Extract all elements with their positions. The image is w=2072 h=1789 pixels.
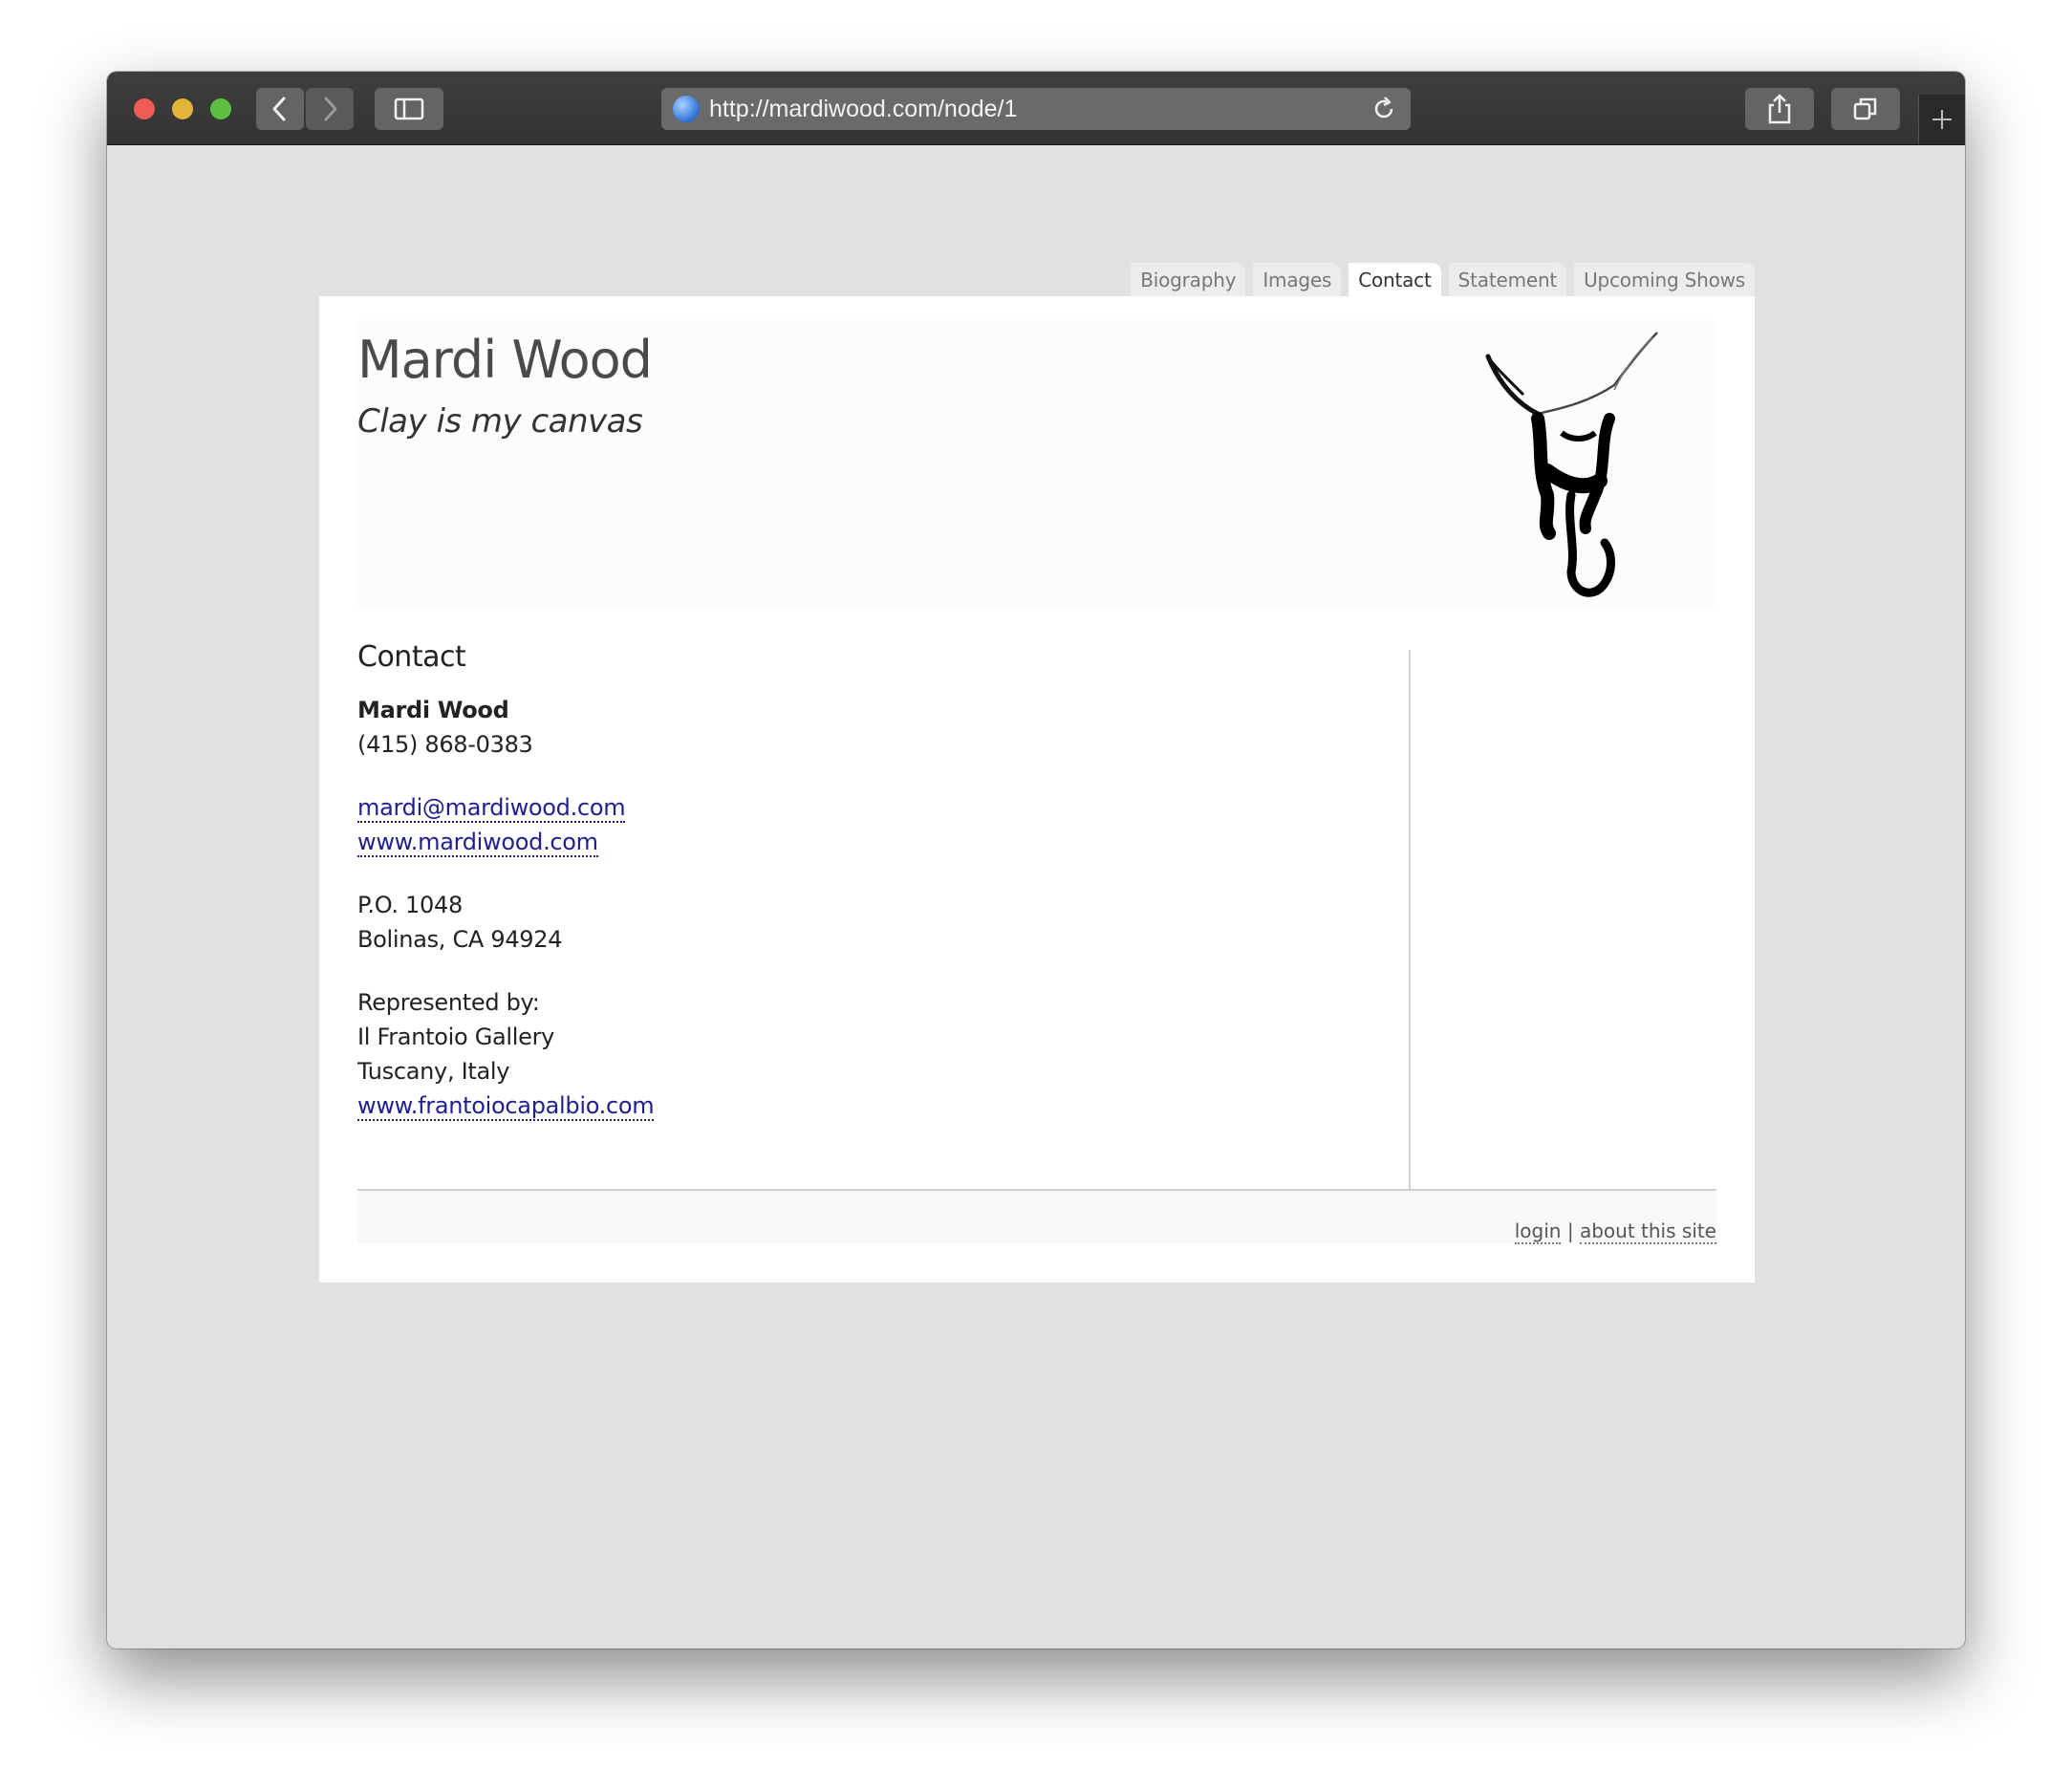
new-tab-button[interactable]	[1918, 95, 1965, 144]
site-slogan: Clay is my canvas	[357, 402, 643, 441]
contact-phone: (415) 868-0383	[357, 731, 533, 758]
gallery-location: Tuscany, Italy	[357, 1058, 510, 1085]
maximize-window-button[interactable]	[210, 98, 231, 119]
email-link[interactable]: mardi@mardiwood.com	[357, 794, 626, 823]
tab-statement[interactable]: Statement	[1448, 263, 1567, 296]
logo-sketch-figure	[1485, 332, 1658, 597]
tab-contact[interactable]: Contact	[1349, 263, 1441, 297]
address-line-2: Bolinas, CA 94924	[357, 926, 563, 953]
site-footer: login | about this site	[357, 1189, 1716, 1244]
minimize-window-button[interactable]	[172, 98, 193, 119]
footer-links: login | about this site	[1514, 1219, 1716, 1244]
browser-toolbar: http://mardiwood.com/node/1	[107, 72, 1965, 145]
sidebar-toggle-button[interactable]	[375, 88, 443, 130]
browser-window: http://mardiwood.com/node/1 Biography Im…	[107, 72, 1965, 1649]
reload-icon[interactable]	[1371, 96, 1397, 122]
page-title: Contact	[357, 640, 466, 674]
primary-tabs: Biography Images Contact Statement Upcom…	[1131, 263, 1755, 297]
tab-biography[interactable]: Biography	[1131, 263, 1246, 296]
main-content: Contact Mardi Wood (415) 868-0383 mardi@…	[357, 640, 1371, 1123]
chevron-right-icon	[324, 97, 337, 121]
gallery-name: Il Frantoio Gallery	[357, 1024, 555, 1050]
close-window-button[interactable]	[134, 98, 155, 119]
back-button[interactable]	[256, 88, 304, 130]
forward-button[interactable]	[306, 88, 354, 130]
share-icon	[1768, 94, 1791, 124]
site-name[interactable]: Mardi Wood	[357, 330, 653, 390]
share-button[interactable]	[1745, 88, 1814, 130]
tab-upcoming-shows[interactable]: Upcoming Shows	[1574, 263, 1755, 296]
tab-images[interactable]: Images	[1253, 263, 1342, 296]
tabs-icon	[1853, 97, 1877, 120]
tab-overview-button[interactable]	[1831, 88, 1900, 130]
gallery-link[interactable]: www.frantoiocapalbio.com	[357, 1092, 655, 1121]
page-container: Mardi Wood Clay is my canvas Contact Mar…	[319, 296, 1755, 1282]
url-text: http://mardiwood.com/node/1	[709, 95, 1018, 122]
represented-label: Represented by:	[357, 989, 540, 1016]
sidebar-icon	[394, 97, 424, 120]
globe-icon	[673, 96, 700, 122]
plus-icon	[1932, 110, 1952, 129]
about-site-link[interactable]: about this site	[1579, 1219, 1716, 1244]
website-link[interactable]: www.mardiwood.com	[357, 829, 598, 857]
contact-name: Mardi Wood	[357, 697, 509, 723]
chevron-left-icon	[272, 97, 286, 121]
footer-separator: |	[1566, 1219, 1574, 1242]
login-link[interactable]: login	[1514, 1219, 1562, 1244]
site-header: Mardi Wood Clay is my canvas	[357, 320, 1716, 607]
address-line-1: P.O. 1048	[357, 892, 463, 918]
sidebar-divider	[1409, 650, 1411, 1190]
address-bar[interactable]: http://mardiwood.com/node/1	[661, 88, 1411, 130]
